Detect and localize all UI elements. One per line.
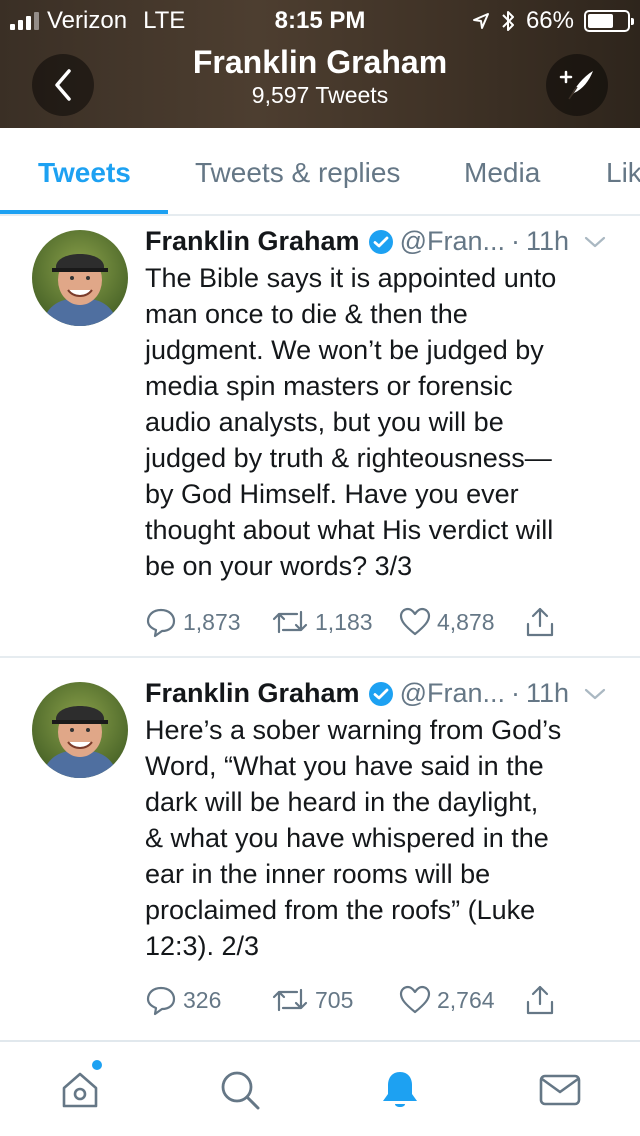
- tweet-actions: 1,873 1,183 4,878: [145, 606, 555, 638]
- bluetooth-icon: [502, 11, 514, 31]
- tweet-menu-button[interactable]: [583, 686, 607, 702]
- retweet-button[interactable]: 1,183: [271, 608, 399, 636]
- tweet-author-name[interactable]: Franklin Graham: [145, 226, 360, 257]
- tweet-text: Here’s a sober warning from God’s Word, …: [145, 712, 620, 964]
- tweet-timestamp: 11h: [526, 226, 570, 256]
- share-button[interactable]: [525, 606, 555, 638]
- tweet-text-line: be on your words? 3/3: [145, 551, 413, 581]
- tweet-text-line: ear in the inner rooms will be: [145, 859, 491, 889]
- reply-count: 1,873: [183, 608, 241, 635]
- tweet-author-handle[interactable]: @Fran...: [400, 678, 505, 709]
- profile-tabs: Tweets Tweets & replies Media Lik: [0, 128, 640, 216]
- profile-photo-icon: [32, 230, 128, 326]
- active-tab-indicator: [0, 210, 168, 214]
- share-button[interactable]: [525, 984, 555, 1016]
- separator-dot: ·: [511, 226, 521, 256]
- tab-likes[interactable]: Lik: [606, 157, 640, 189]
- compose-tweet-icon: [559, 70, 593, 100]
- share-icon: [526, 985, 554, 1015]
- battery-level: [588, 14, 614, 28]
- tab-tweets-and-replies[interactable]: Tweets & replies: [195, 157, 400, 189]
- chevron-down-icon: [584, 236, 606, 247]
- chevron-down-icon: [584, 688, 606, 699]
- home-icon: [62, 1072, 98, 1108]
- tweet-author-handle[interactable]: @Fran...: [400, 226, 505, 257]
- verified-badge-icon: [368, 681, 394, 707]
- tweet-text-line: The Bible says it is appointed unto: [145, 263, 557, 293]
- tweet-count: 9,597 Tweets: [251, 82, 389, 108]
- retweet-icon: [272, 610, 308, 634]
- retweet-icon: [272, 988, 308, 1012]
- profile-photo-icon: [32, 682, 128, 778]
- tab-media[interactable]: Media: [464, 157, 540, 189]
- battery-icon: [584, 10, 634, 32]
- share-icon: [526, 607, 554, 637]
- tab-messages[interactable]: [538, 1068, 582, 1112]
- like-count: 2,764: [437, 986, 495, 1013]
- tweet-text-line: media spin masters or forensic: [145, 371, 513, 401]
- tweet-text-line: man once to die & then the: [145, 299, 468, 329]
- profile-name-title: Franklin Graham: [192, 44, 448, 80]
- tweet-text-line: thought about what His verdict will: [145, 515, 554, 545]
- tab-tweets[interactable]: Tweets: [38, 157, 131, 189]
- tweet-text-line: & what you have whispered in the: [145, 823, 549, 853]
- tweet-text-line: by God Himself. Have you ever: [145, 479, 519, 509]
- tweet-text-line: 12:3). 2/3: [145, 931, 260, 961]
- like-count: 4,878: [437, 608, 495, 635]
- tweet-text-line: Here’s a sober warning from God’s: [145, 715, 562, 745]
- tweet-text-line: dark will be heard in the daylight,: [145, 787, 539, 817]
- tweet-actions: 326 705 2,764: [145, 984, 555, 1016]
- verified-badge-icon: [368, 229, 394, 255]
- tweet-item[interactable]: Franklin Graham @Fran... · 11h The Bible…: [0, 216, 640, 658]
- search-icon: [221, 1071, 260, 1110]
- reply-button[interactable]: 326: [145, 984, 271, 1016]
- avatar[interactable]: [32, 682, 128, 778]
- profile-header: Verizon LTE 8:15 PM 66% Franklin Graham …: [0, 0, 640, 128]
- retweet-count: 1,183: [315, 608, 373, 635]
- tweet-item[interactable]: Franklin Graham @Fran... · 11h Here’s a …: [0, 658, 640, 1040]
- compose-tweet-button[interactable]: [546, 54, 608, 116]
- avatar[interactable]: [32, 230, 128, 326]
- retweet-button[interactable]: 705: [271, 986, 399, 1014]
- tweet-header: Franklin Graham @Fran... · 11h: [145, 226, 616, 257]
- mail-icon: [539, 1074, 581, 1106]
- status-bar: Verizon LTE 8:15 PM 66%: [0, 0, 640, 40]
- reply-count: 326: [183, 986, 222, 1013]
- location-arrow-icon: [472, 13, 489, 29]
- battery-percent: 66%: [525, 7, 574, 34]
- like-button[interactable]: 2,764: [399, 985, 525, 1015]
- tweet-author-name[interactable]: Franklin Graham: [145, 678, 360, 709]
- tab-search[interactable]: [218, 1068, 262, 1112]
- status-right: 66%: [472, 7, 634, 35]
- tweet-text: The Bible says it is appointed unto man …: [145, 260, 620, 584]
- bell-icon: [383, 1072, 417, 1107]
- bottom-tab-bar: [0, 1040, 640, 1136]
- reply-button[interactable]: 1,873: [145, 606, 271, 638]
- tweet-menu-button[interactable]: [583, 234, 607, 250]
- tweet-timestamp: 11h: [526, 678, 570, 708]
- separator-dot: ·: [511, 678, 521, 708]
- tweet-header: Franklin Graham @Fran... · 11h: [145, 678, 616, 709]
- tweet-text-line: judged by truth & righteousness—: [145, 443, 552, 473]
- reply-icon: [146, 608, 176, 638]
- tweet-text-line: proclaimed from the roofs” (Luke: [145, 895, 536, 925]
- retweet-count: 705: [315, 986, 354, 1013]
- tab-home[interactable]: [58, 1068, 102, 1112]
- heart-icon: [399, 607, 431, 636]
- new-tweets-indicator: [92, 1060, 102, 1070]
- reply-icon: [146, 986, 176, 1016]
- tweet-text-line: audio analysts, but you will be: [145, 407, 504, 437]
- heart-icon: [399, 985, 431, 1014]
- like-button[interactable]: 4,878: [399, 607, 525, 637]
- tweet-text-line: Word, “What you have said in the: [145, 751, 544, 781]
- tweet-text-line: judgment. We won’t be judged by: [145, 335, 544, 365]
- tab-notifications[interactable]: [378, 1068, 422, 1112]
